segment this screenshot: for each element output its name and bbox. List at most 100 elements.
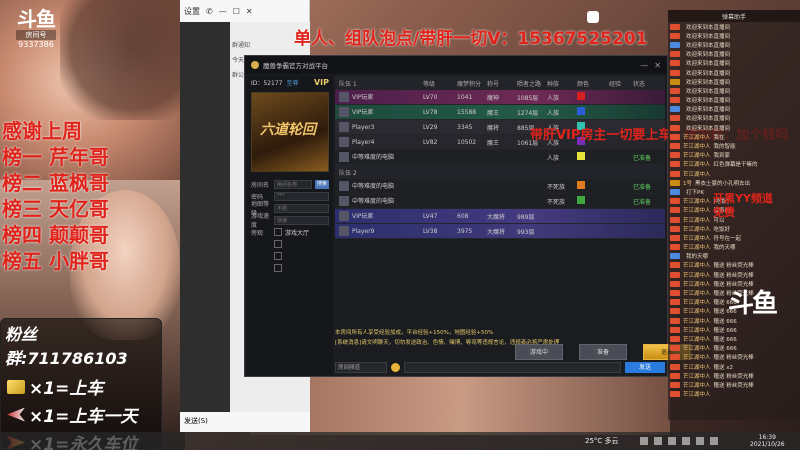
danmaku-item[interactable]: 芒江湖中人 赠送 粉丝荧光棒 [668,371,800,380]
danmaku-user[interactable]: 芒江湖中人 [683,344,711,352]
danmaku-user[interactable]: 芒江湖中人 [683,317,711,325]
danmaku-user[interactable]: 芒江湖中人 [683,271,711,279]
phone-icon[interactable]: ✆ [206,7,213,16]
emoji-icon[interactable] [391,362,400,372]
danmaku-item[interactable]: 欢迎来到本直播间 [668,31,800,40]
player-slot[interactable]: Player9 LV38 3975 大魔将 993层 [335,224,665,239]
player-color[interactable] [577,107,609,117]
danmaku-item[interactable]: 欢迎来到本直播间 [668,40,800,49]
danmaku-item[interactable]: 芒江湖中人 赠送 x2 [668,362,800,371]
danmaku-item[interactable]: 芒江湖中人 [668,169,800,178]
danmaku-item[interactable]: 欢迎来到本直播间 [668,22,800,31]
danmaku-item[interactable]: 芒江湖中人 赠送 666 [668,334,800,343]
tray-icon[interactable] [710,437,718,445]
danmaku-user[interactable]: 芒江湖中人 [683,353,711,361]
map-level-select[interactable]: 不限 [274,203,329,213]
danmaku-item[interactable]: 欢迎来到本直播间 [668,68,800,77]
player-color[interactable] [577,92,609,102]
close-icon[interactable]: ✕ [246,7,253,16]
danmaku-user[interactable]: 芒江湖中人 [683,151,711,159]
minimize-icon[interactable]: — [219,7,227,16]
player-color[interactable] [577,152,609,162]
danmaku-item[interactable]: 欢迎来到本直播间 [668,105,800,114]
danmaku-user[interactable]: 芒江湖中人 [683,234,711,242]
player-color[interactable] [577,196,609,206]
weather-widget[interactable]: 25°C 多云 [585,436,619,446]
danmaku-user[interactable]: 1号 [683,179,692,187]
danmaku-item[interactable]: 芒江湖中人 我的天哪 [668,243,800,252]
danmaku-item[interactable]: 芒江湖中人 符号在一起 [668,233,800,242]
player-slot[interactable]: VIP玩家 LV70 1041 魔神 1085层 人族 [335,90,665,105]
danmaku-item[interactable]: 芒江湖中人 赠送 粉丝荧光棒 [668,380,800,389]
player-slot[interactable]: VIP玩家 LV78 15588 魔王 1274层 人族 [335,105,665,120]
danmaku-item[interactable]: 欢迎来到本直播间 [668,77,800,86]
option-checkbox[interactable] [274,264,282,272]
chat-channel-select[interactable]: 房间频道 [335,361,387,373]
player-slot[interactable]: VIP玩家 LV47 608 大魔将 989层 [335,209,665,224]
danmaku-item[interactable]: 欢迎来到本直播间 [668,96,800,105]
danmaku-user[interactable]: 芒江湖中人 [683,197,711,205]
danmaku-user[interactable]: 芒江湖中人 [683,390,711,398]
danmaku-item[interactable]: 芒江湖中人 吃饭好 [668,224,800,233]
room-chat-send-button[interactable]: 发送 [625,361,665,373]
danmaku-item[interactable]: 欢迎来到本直播间 [668,114,800,123]
danmaku-user[interactable]: 芒江湖中人 [683,372,711,380]
tray-icon[interactable] [668,437,676,445]
danmaku-user[interactable]: 芒江湖中人 [683,170,711,178]
minimize-icon[interactable]: — [640,61,648,70]
tray-icon[interactable] [696,437,704,445]
danmaku-item[interactable]: 芒江湖中人 赠送 666 [668,325,800,334]
room-name-input[interactable]: 房间名称 [274,179,312,189]
danmaku-user[interactable]: 芒江湖中人 [683,133,711,141]
danmaku-user[interactable]: 芒江湖中人 [683,307,711,315]
danmaku-item[interactable]: 芒江湖中人 赠送 粉丝荧光棒 [668,261,800,270]
player-slot[interactable]: 中等难度的电脑 不死族 已准备 [335,179,665,194]
danmaku-user[interactable]: 芒江湖中人 [683,326,711,334]
danmaku-user[interactable]: 芒江湖中人 [683,206,711,214]
ready-button[interactable]: 准备 [579,344,627,360]
danmaku-user[interactable]: 芒江湖中人 [683,280,711,288]
danmaku-item[interactable]: 欢迎来到本直播间 [668,59,800,68]
danmaku-user[interactable]: 芒江湖中人 [683,363,711,371]
danmaku-item[interactable]: 芒江湖中人 我的智能 [668,141,800,150]
danmaku-user[interactable]: 芒江湖中人 [683,142,711,150]
spectate-button[interactable]: 游戏中 [515,344,563,360]
room-chat-input[interactable] [404,361,621,373]
danmaku-user[interactable]: 芒江湖中人 [683,216,711,224]
tray-icon[interactable] [654,437,662,445]
user-rank-link[interactable]: 至尊 [286,78,298,87]
danmaku-item[interactable]: 芒江湖中人 红色弹幕是干嘛的 [668,160,800,169]
settings-label[interactable]: 设置 [184,6,200,17]
password-input[interactable]: *** [274,191,329,201]
player-color[interactable] [577,181,609,191]
close-icon[interactable]: ✕ [654,61,661,70]
danmaku-item[interactable]: 欢迎来到本直播间 [668,123,800,132]
search-button[interactable]: 搜索 [315,179,329,189]
danmaku-item[interactable]: 我的天哪 [668,252,800,261]
danmaku-user[interactable]: 芒江湖中人 [683,225,711,233]
spectate-checkbox[interactable] [274,228,282,236]
player-slot[interactable]: 中等难度的电脑 不死族 已准备 [335,194,665,209]
option-checkbox[interactable] [274,240,282,248]
app-icon[interactable] [587,11,599,23]
danmaku-item[interactable]: 芒江湖中人 赠送 666 [668,344,800,353]
messenger-send-button[interactable]: 发送(S) [180,412,310,432]
tray-icon[interactable] [640,437,648,445]
danmaku-item[interactable]: 芒江湖中人 [668,390,800,399]
danmaku-user[interactable]: 芒江湖中人 [683,160,711,168]
danmaku-user[interactable]: 芒江湖中人 [683,381,711,389]
danmaku-item[interactable]: 欢迎来到本直播间 [668,50,800,59]
danmaku-item[interactable]: 欢迎来到本直播间 [668,86,800,95]
danmaku-item[interactable]: 芒江湖中人 我到家 [668,151,800,160]
maximize-icon[interactable]: ☐ [233,7,240,16]
game-speed-select[interactable]: 快速 [274,215,329,225]
clock[interactable]: 16:39 2021/10/26 [750,434,785,448]
danmaku-user[interactable]: 芒江湖中人 [683,298,711,306]
danmaku-user[interactable]: 芒江湖中人 [683,289,711,297]
danmaku-item[interactable]: 芒江湖中人 我在 [668,132,800,141]
option-checkbox[interactable] [274,252,282,260]
danmaku-user[interactable]: 芒江湖中人 [683,261,711,269]
danmaku-item[interactable]: 芒江湖中人 赠送 粉丝荧光棒 [668,270,800,279]
danmaku-item[interactable]: 芒江湖中人 赠送 粉丝荧光棒 [668,353,800,362]
danmaku-user[interactable]: 芒江湖中人 [683,335,711,343]
